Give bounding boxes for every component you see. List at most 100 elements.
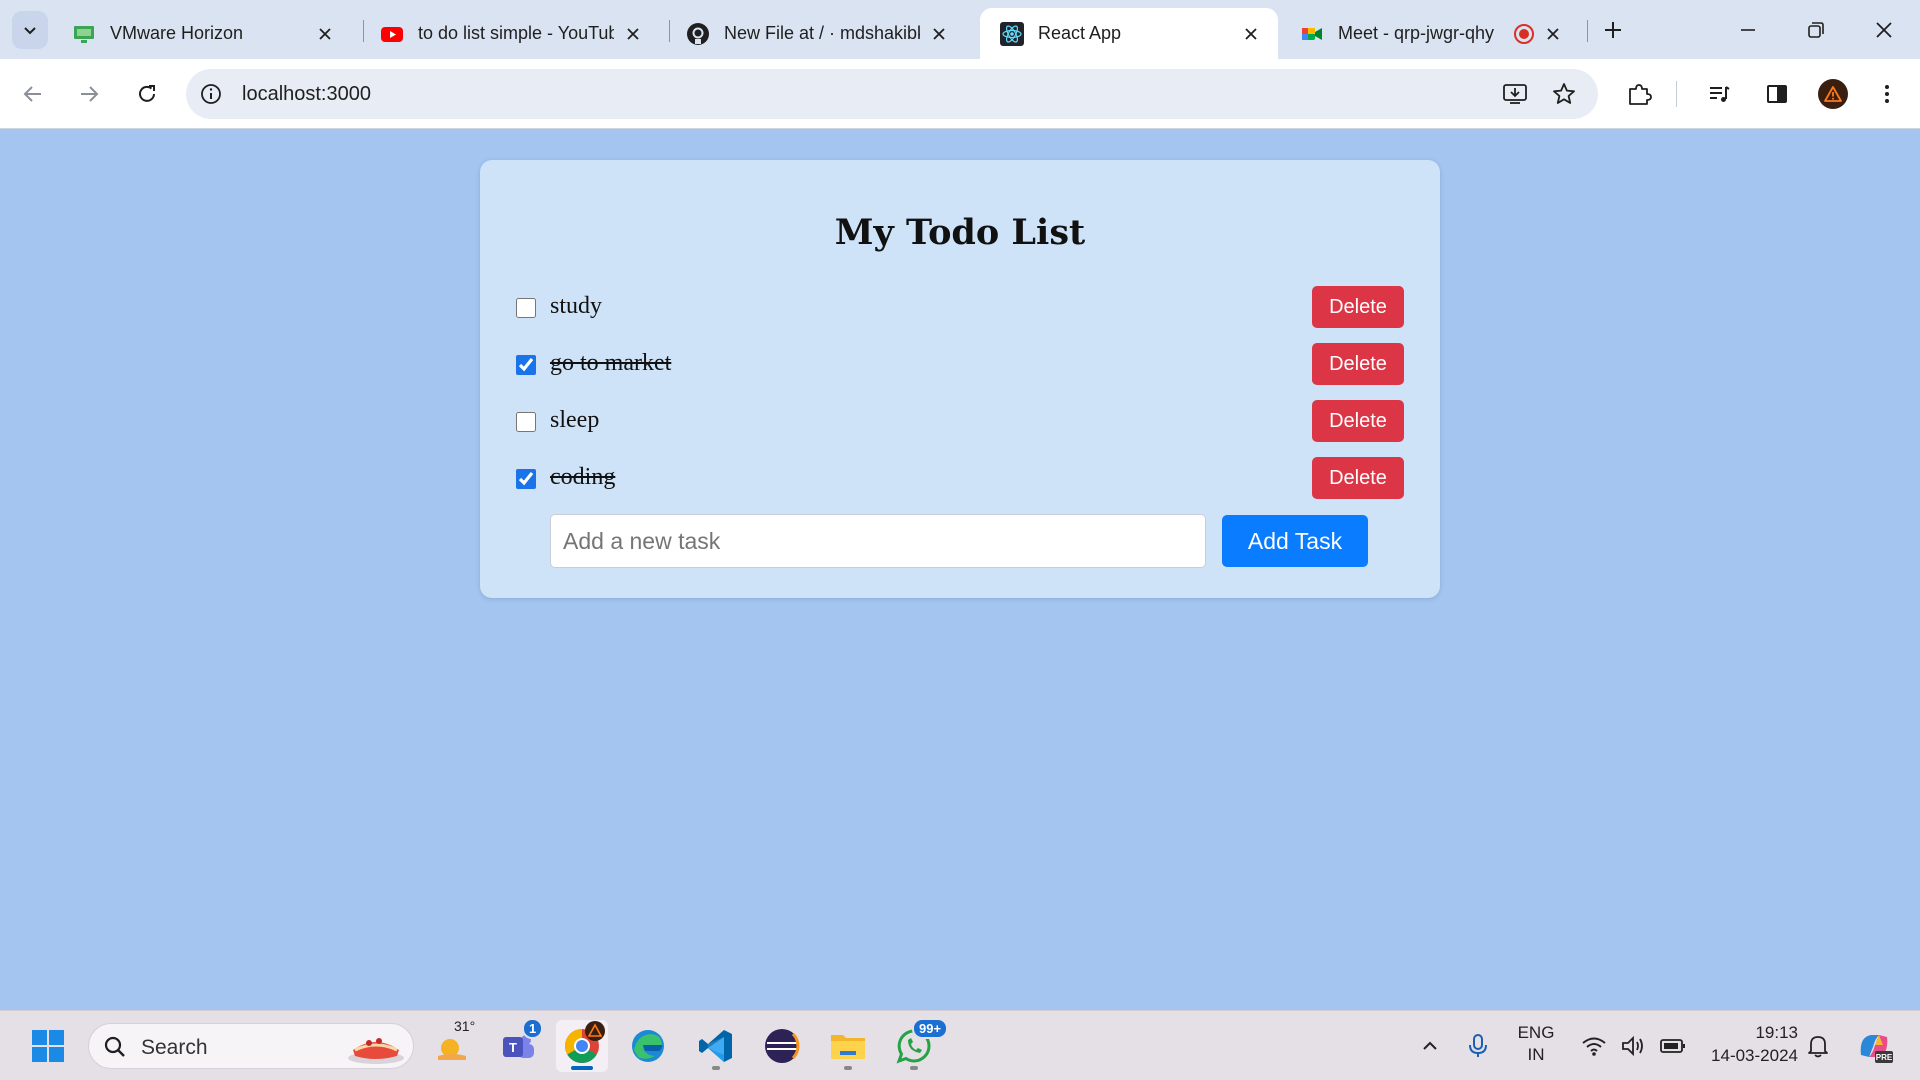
youtube-icon (380, 22, 404, 46)
edge-icon (632, 1030, 664, 1062)
url-text[interactable]: localhost:3000 (242, 83, 371, 106)
start-button[interactable] (22, 1020, 74, 1072)
bookmark-star-icon[interactable] (1549, 79, 1579, 109)
address-bar[interactable]: localhost:3000 (186, 69, 1598, 119)
puzzle-icon (1629, 84, 1652, 105)
extensions-button[interactable] (1621, 76, 1657, 112)
add-task-button[interactable]: Add Task (1222, 515, 1368, 567)
copilot-button[interactable]: PRE (1848, 1020, 1900, 1072)
new-tab-button[interactable] (1585, 6, 1641, 54)
taskbar-whatsapp[interactable]: 99+ (888, 1018, 949, 1072)
todo-checkbox[interactable] (516, 412, 536, 432)
reload-button[interactable] (129, 76, 165, 112)
tab-github[interactable]: New File at / · mdshakibkh (666, 8, 966, 59)
chevron-down-icon (24, 27, 36, 35)
taskbar-vscode[interactable] (690, 1020, 742, 1072)
close-icon[interactable] (1542, 23, 1564, 45)
delete-button[interactable]: Delete (1312, 343, 1404, 385)
avatar (1818, 79, 1848, 109)
plus-icon (1605, 22, 1621, 38)
forward-button[interactable] (71, 76, 107, 112)
install-app-icon[interactable] (1500, 79, 1530, 109)
todo-item: coding Delete (516, 457, 1404, 501)
vmware-horizon-icon (72, 22, 96, 46)
taskbar-edge[interactable] (622, 1020, 674, 1072)
clock[interactable]: 19:13 14-03-2024 (1698, 1021, 1802, 1071)
todo-text: go to market (550, 350, 672, 376)
todo-text: sleep (550, 407, 600, 433)
browser-toolbar: localhost:3000 (0, 59, 1920, 129)
tab-react-app[interactable]: React App (980, 8, 1278, 59)
microphone-button[interactable] (1452, 1020, 1504, 1072)
close-icon[interactable] (1240, 23, 1262, 45)
arrow-right-icon (81, 86, 99, 102)
side-panel-icon (1767, 85, 1787, 103)
svg-text:PRE: PRE (1876, 1053, 1893, 1062)
battery-icon (1660, 1039, 1686, 1053)
side-panel-button[interactable] (1759, 76, 1795, 112)
close-icon[interactable] (622, 23, 644, 45)
svg-text:T: T (509, 1040, 517, 1055)
new-task-input[interactable] (550, 514, 1206, 568)
close-icon (1876, 22, 1892, 38)
tab-vmware-horizon[interactable]: VMware Horizon (52, 8, 352, 59)
todo-item: study Delete (516, 286, 1404, 330)
browser-tab-strip: VMware Horizon to do list simple - YouTu… (0, 0, 1920, 59)
search-highlight-icon (348, 1038, 404, 1064)
show-hidden-icons-button[interactable] (1404, 1020, 1456, 1072)
profile-button[interactable] (1815, 76, 1851, 112)
notification-badge: 1 (522, 1018, 544, 1039)
language-code: ENG (1517, 1023, 1555, 1042)
recording-icon (1514, 23, 1534, 44)
music-queue-icon (1710, 86, 1730, 102)
delete-button[interactable]: Delete (1312, 286, 1404, 328)
taskbar-teams[interactable]: T 1 (492, 1018, 544, 1072)
close-window-button[interactable] (1856, 6, 1912, 54)
tab-title: to do list simple - YouTube (418, 23, 614, 43)
restore-icon (1808, 22, 1824, 38)
search-label: Search (141, 1036, 208, 1059)
windows-logo-icon (32, 1030, 64, 1062)
close-icon[interactable] (928, 23, 950, 45)
language-indicator[interactable]: ENG IN (1508, 1023, 1564, 1069)
network-volume-battery-group[interactable] (1574, 1029, 1694, 1063)
taskbar-eclipse[interactable] (756, 1020, 808, 1072)
todo-checkbox[interactable] (516, 355, 536, 375)
taskbar-chrome[interactable] (556, 1020, 608, 1072)
reload-icon (139, 85, 155, 102)
media-control-button[interactable] (1701, 76, 1737, 112)
eclipse-icon (765, 1029, 800, 1063)
tab-title: New File at / · mdshakibkh (724, 23, 920, 43)
running-indicator (712, 1066, 720, 1070)
todo-item: go to market Delete (516, 343, 1404, 387)
warning-icon (1824, 86, 1842, 102)
minimize-icon (1741, 29, 1755, 31)
tab-title: React App (1038, 23, 1122, 43)
restore-button[interactable] (1788, 6, 1844, 54)
minimize-button[interactable] (1720, 6, 1776, 54)
clock-date: 14-03-2024 (1711, 1046, 1798, 1065)
tab-title: VMware Horizon (110, 23, 244, 43)
notifications-button[interactable] (1792, 1020, 1844, 1072)
todo-item: sleep Delete (516, 400, 1404, 444)
menu-button[interactable] (1869, 76, 1905, 112)
taskbar-search[interactable]: Search (88, 1023, 414, 1069)
search-icon (104, 1036, 125, 1057)
tab-title: Meet - qrp-jwgr-qhy (1338, 23, 1495, 43)
react-icon (1000, 21, 1024, 46)
taskbar-file-explorer[interactable] (822, 1020, 874, 1072)
todo-checkbox[interactable] (516, 298, 536, 318)
delete-button[interactable]: Delete (1312, 457, 1404, 499)
back-button[interactable] (15, 76, 51, 112)
volume-icon (1622, 1035, 1643, 1057)
tab-search-button[interactable] (12, 11, 48, 49)
close-icon[interactable] (314, 23, 336, 45)
chevron-up-icon (1423, 1041, 1437, 1050)
tab-youtube[interactable]: to do list simple - YouTube (360, 8, 660, 59)
site-info-icon[interactable] (198, 81, 224, 107)
taskbar-weather[interactable]: 31° (426, 1018, 478, 1072)
delete-button[interactable]: Delete (1312, 400, 1404, 442)
running-indicator (844, 1066, 852, 1070)
todo-checkbox[interactable] (516, 469, 536, 489)
tab-google-meet[interactable]: Meet - qrp-jwgr-qhy (1280, 8, 1580, 59)
